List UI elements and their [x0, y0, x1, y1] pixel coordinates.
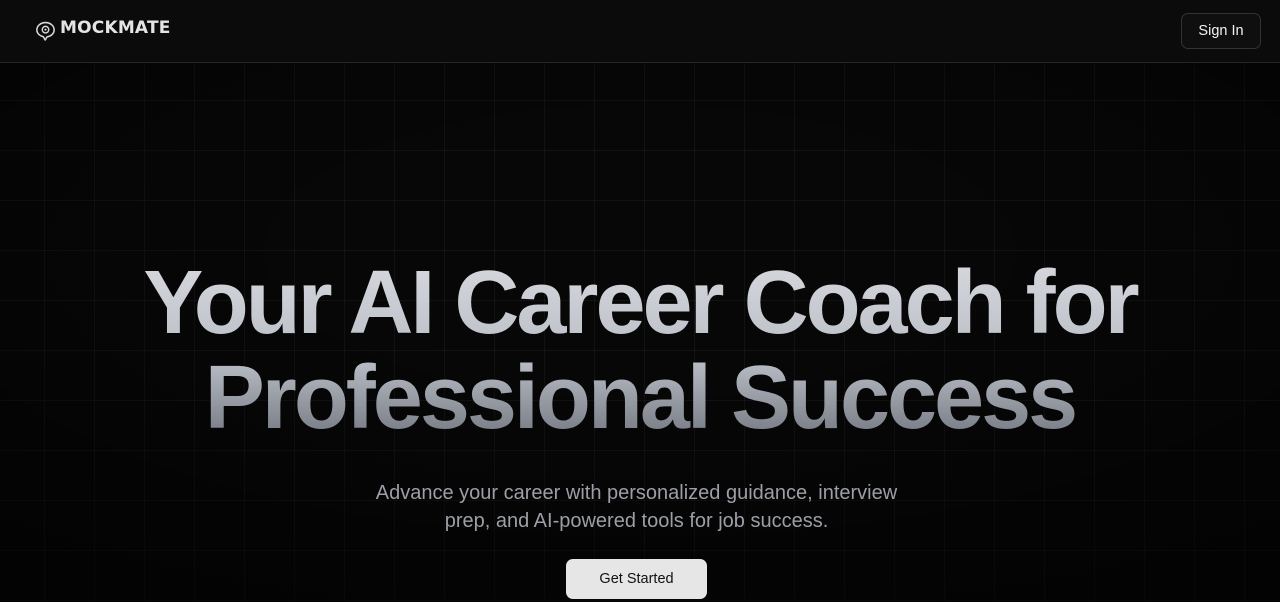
sign-in-button[interactable]: Sign In — [1181, 13, 1261, 49]
landing-page: MOCKMATE Sign In Your AI Career Coach fo… — [0, 0, 1280, 602]
top-navbar: MOCKMATE Sign In — [0, 0, 1280, 63]
headline-line-1: Your AI Career Coach for — [143, 253, 1137, 353]
subtitle-line-1: Advance your career with personalized gu… — [375, 482, 898, 504]
hero-headline: Your AI Career Coach for Professional Suc… — [0, 256, 1280, 446]
subtitle-line-2: prep, and AI-powered tools for job succe… — [444, 510, 829, 532]
get-started-button[interactable]: Get Started — [566, 559, 707, 599]
chat-bubble-icon — [36, 21, 55, 41]
hero-section: Your AI Career Coach for Professional Suc… — [0, 63, 1280, 602]
brand-name: MOCKMATE — [60, 18, 171, 38]
headline-line-2: Professional Success — [204, 348, 1076, 448]
brand-logo[interactable]: MOCKMATE — [34, 18, 171, 44]
hero-subtitle: Advance your career with personalized gu… — [340, 479, 933, 535]
